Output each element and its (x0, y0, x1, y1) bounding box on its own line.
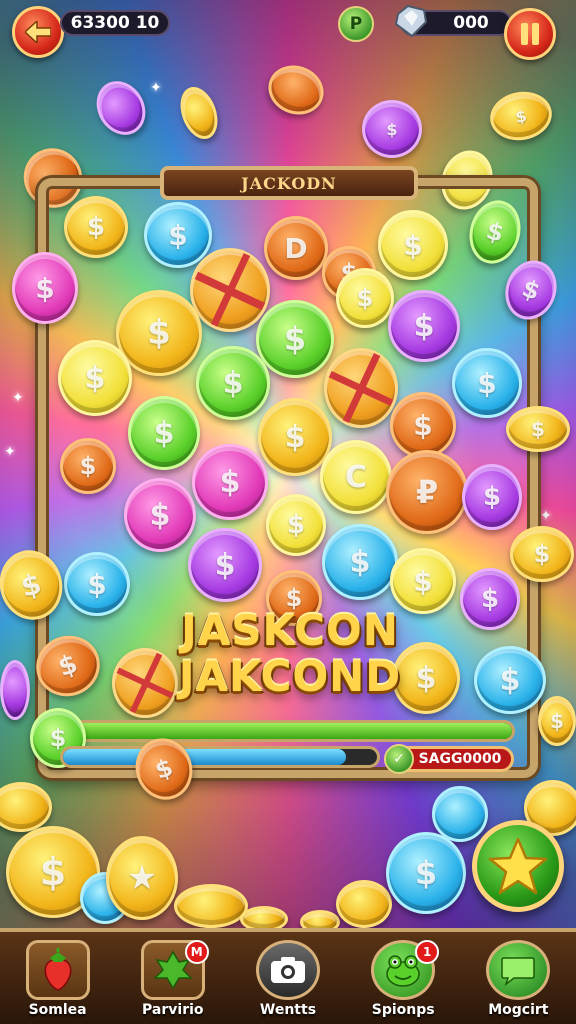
progress-bar-green (60, 720, 515, 742)
nav-label: Somlea (28, 1002, 87, 1018)
coin (432, 786, 488, 842)
progress-bar-blue (60, 746, 380, 768)
coin[interactable]: $ (60, 438, 116, 494)
notification-badge: M (184, 940, 209, 964)
coin[interactable]: D (264, 216, 328, 280)
nav-label: Wentts (259, 1002, 317, 1018)
progress-fill-blue (63, 749, 346, 765)
coin[interactable]: $ (510, 526, 574, 582)
jackpot-line-1: JASKCON (181, 606, 399, 655)
coin[interactable]: C (320, 440, 392, 514)
sparkle-icon: ✦ (4, 444, 16, 460)
coin[interactable]: $ (390, 392, 456, 458)
coin[interactable]: $ (64, 552, 130, 616)
score-display: 63300 10 (60, 10, 170, 36)
top-bar: 63300 10 P 000 (0, 0, 576, 60)
coin (174, 884, 248, 928)
nav-item-parvirio[interactable]: M Parvirio (123, 940, 223, 1024)
nav-label: Spionps (371, 1002, 435, 1018)
coin: $ (362, 100, 422, 158)
nav-item-spionps[interactable]: 1 Spionps (353, 940, 453, 1024)
coin[interactable]: $ (462, 464, 522, 530)
star-icon (488, 837, 548, 895)
coin[interactable]: $ (506, 406, 570, 452)
coin[interactable]: $ (322, 524, 398, 600)
coin[interactable]: $ (378, 210, 448, 280)
check-icon: ✓ (384, 744, 414, 774)
gift-coin[interactable] (190, 248, 270, 332)
diamond-icon (394, 4, 428, 38)
star-boost-button[interactable] (472, 820, 564, 912)
sparkle-icon: ✦ (12, 390, 24, 406)
strawberry-icon (25, 940, 90, 1000)
bottom-nav: Somlea M Parvirio Wentts 1 Spionps Mogci… (0, 928, 576, 1024)
nav-item-wentts[interactable]: Wentts (238, 940, 338, 1024)
coin[interactable]: $ (460, 568, 520, 630)
coin[interactable]: $ (58, 340, 132, 416)
coin[interactable]: $ (388, 290, 460, 362)
coin (0, 660, 30, 720)
jackpot-banner: JASKCON JAKCOND (150, 608, 430, 700)
coin[interactable]: $ (64, 196, 128, 258)
coin[interactable]: $ (188, 528, 262, 602)
coin[interactable]: ★ (106, 836, 178, 920)
coin[interactable]: ₽ (386, 450, 468, 534)
coin[interactable]: $ (336, 268, 394, 328)
sparkle-icon: ✦ (540, 508, 552, 524)
coin (336, 880, 392, 928)
coin[interactable]: $ (452, 348, 522, 418)
back-button[interactable] (12, 6, 64, 58)
board-title: JACKODN (160, 166, 418, 200)
coin[interactable]: $ (266, 494, 326, 556)
coin[interactable]: $ (256, 300, 334, 378)
nav-label: Parvirio (142, 1002, 204, 1018)
coin[interactable]: $ (12, 252, 78, 324)
nav-label: Mogcirt (488, 1002, 549, 1018)
gift-coin[interactable] (324, 348, 398, 428)
nav-item-somlea[interactable]: Somlea (8, 940, 108, 1024)
coin[interactable]: $ (144, 202, 212, 268)
coin: $ (538, 696, 576, 746)
coin[interactable]: $ (192, 444, 268, 520)
coin[interactable]: $ (128, 396, 200, 470)
nav-item-mogcirt[interactable]: Mogcirt (468, 940, 568, 1024)
coin[interactable]: $ (386, 832, 466, 914)
pause-icon (521, 23, 539, 45)
coin[interactable]: $ (196, 346, 270, 420)
pause-button[interactable] (504, 8, 556, 60)
coin[interactable]: $ (474, 646, 546, 714)
coin[interactable]: $ (124, 478, 196, 552)
progress-fill-green (63, 723, 512, 739)
coin[interactable]: $ (390, 548, 456, 614)
chat-icon (486, 940, 551, 1000)
arrow-left-icon (25, 21, 51, 43)
camera-icon (255, 940, 320, 1000)
sparkle-icon: ✦ (150, 80, 162, 96)
bonus-icon[interactable]: P (338, 6, 374, 42)
notification-badge: 1 (415, 940, 440, 964)
jackpot-line-2: JAKCOND (178, 652, 402, 701)
